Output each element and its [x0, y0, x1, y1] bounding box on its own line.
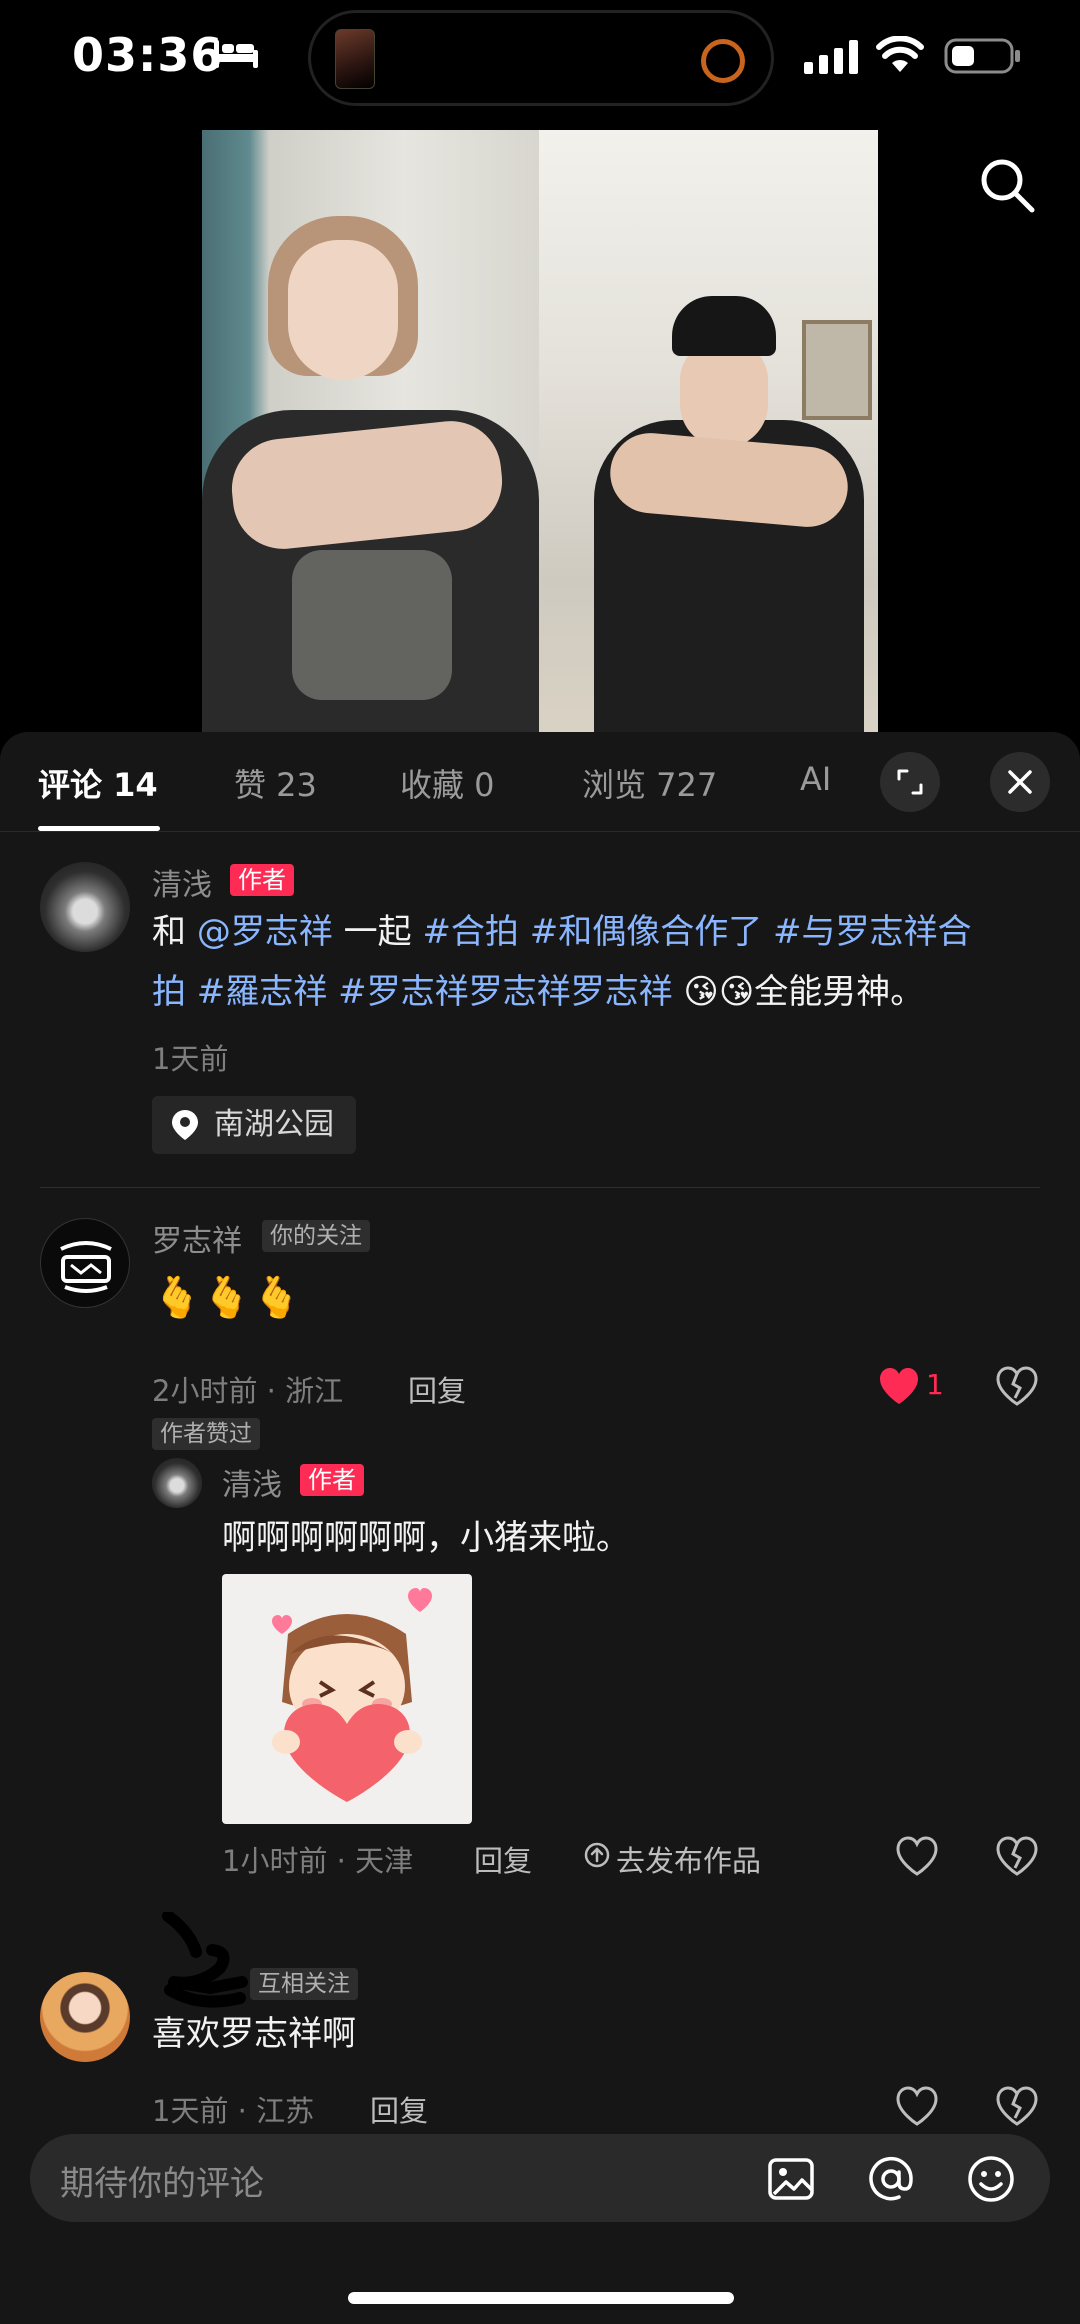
dislike-broken-heart-icon[interactable]	[996, 2086, 1038, 2126]
comment-meta: 1天前 · 江苏	[152, 2094, 315, 2128]
reply-text: 啊啊啊啊啊啊，小猪来啦。	[222, 1518, 630, 1558]
like-count: 1	[926, 1368, 944, 1401]
tab-favorites[interactable]: 收藏 0	[400, 760, 495, 806]
mutual-follow-badge: 互相关注	[250, 1968, 358, 2000]
caption-suffix: 全能男神。	[754, 972, 925, 1012]
tab-comments[interactable]: 评论 14	[38, 760, 158, 806]
comment-input[interactable]: 期待你的评论	[60, 2156, 264, 2205]
dynamic-island[interactable]	[308, 10, 774, 106]
caption-text: 和 @罗志祥 一起 #合拍 #和偶像合作了 #与罗志祥合 拍 #羅志祥 #罗志祥…	[152, 902, 1052, 1022]
caption-time: 1天前	[152, 1042, 229, 1076]
tab-ai[interactable]: AI	[800, 760, 831, 798]
reply-author-badge: 作者	[300, 1464, 364, 1496]
active-tab-indicator	[38, 826, 160, 831]
section-divider	[40, 1187, 1040, 1188]
image-icon[interactable]	[766, 2154, 816, 2204]
now-playing-thumbnail	[335, 29, 375, 89]
avatar-logo	[60, 1241, 112, 1293]
commenter-name[interactable]: 罗志祥	[152, 1216, 242, 1260]
caption-mid: 一起	[332, 912, 423, 952]
wifi-icon	[876, 36, 924, 72]
shirt-print	[292, 550, 452, 700]
redaction-scribble	[162, 1912, 248, 2008]
tab-views[interactable]: 浏览 727	[582, 760, 717, 806]
kiss-emojis: 😘😘	[683, 972, 755, 1012]
close-button[interactable]	[990, 752, 1050, 812]
person-left-face	[288, 240, 398, 380]
home-indicator[interactable]	[348, 2292, 734, 2304]
author-badge: 作者	[230, 864, 294, 896]
comment-panel: 评论 14 赞 23 收藏 0 浏览 727 AI 清浅 作者 和 @罗志祥 一…	[0, 732, 1080, 2324]
panel-tabs: 评论 14 赞 23 收藏 0 浏览 727 AI	[0, 732, 1080, 832]
mention-link[interactable]: @罗志祥	[197, 912, 333, 952]
comment-text: 喜欢罗志祥啊	[152, 2014, 356, 2054]
close-icon	[1008, 770, 1032, 794]
upload-circle-icon	[584, 1842, 610, 1868]
emoji-icon[interactable]	[966, 2154, 1016, 2204]
commenter-avatar[interactable]	[40, 1218, 130, 1308]
heart-outline-icon[interactable]	[896, 2086, 938, 2126]
reply-button[interactable]: 回复	[408, 1368, 466, 1410]
reply-meta: 1小时前 · 天津	[222, 1844, 414, 1878]
reply-reply-button[interactable]: 回复	[474, 1838, 532, 1880]
dislike-broken-heart-icon[interactable]	[996, 1836, 1038, 1876]
cellular-signal-icon	[804, 40, 858, 74]
tab-likes[interactable]: 赞 23	[234, 760, 317, 806]
search-icon[interactable]	[978, 156, 1036, 214]
author-name[interactable]: 清浅	[152, 860, 212, 904]
activity-ring-icon	[701, 39, 745, 83]
expand-button[interactable]	[880, 752, 940, 812]
status-time: 03:36	[72, 28, 224, 82]
reply-button[interactable]: 回复	[370, 2088, 428, 2130]
author-avatar[interactable]	[40, 862, 130, 952]
hashtag-line-1[interactable]: #合拍 #和偶像合作了 #与罗志祥合	[422, 912, 971, 952]
reply-name[interactable]: 清浅	[222, 1460, 282, 1504]
status-bar: 03:36	[0, 0, 1080, 120]
person-right-cap	[672, 296, 776, 356]
sticker-image[interactable]	[222, 1574, 472, 1824]
commenter-avatar[interactable]	[40, 1972, 130, 2062]
expand-icon	[897, 769, 923, 795]
author-liked-badge: 作者赞过	[152, 1418, 260, 1450]
video-player[interactable]	[202, 130, 878, 732]
location-chip[interactable]: 南湖公园	[152, 1096, 356, 1154]
location-pin-icon	[172, 1110, 198, 1140]
hashtag-line-2[interactable]: 拍 #羅志祥 #罗志祥罗志祥罗志祥	[152, 972, 673, 1012]
location-label: 南湖公园	[214, 1107, 334, 1142]
comment-input-bar[interactable]: 期待你的评论	[30, 2134, 1050, 2222]
mention-icon[interactable]	[866, 2154, 916, 2204]
comment-meta: 2小时前 · 浙江	[152, 1374, 344, 1408]
dislike-broken-heart-icon[interactable]	[996, 1366, 1038, 1406]
battery-icon	[944, 38, 1020, 74]
wall-picture	[802, 320, 872, 420]
comment-text: 🫰🫰🫰	[152, 1275, 302, 1321]
publish-work-label: 去发布作品	[616, 1844, 762, 1878]
publish-work-button[interactable]: 去发布作品	[584, 1838, 761, 1880]
sleep-mode-icon	[214, 40, 258, 68]
sticker-heart-boy	[272, 1588, 432, 1802]
heart-outline-icon[interactable]	[896, 1836, 938, 1876]
person-right-face	[680, 340, 768, 448]
caption-prefix: 和	[152, 912, 197, 952]
following-badge: 你的关注	[262, 1220, 370, 1252]
reply-avatar[interactable]	[152, 1458, 202, 1508]
heart-filled-icon[interactable]	[878, 1366, 920, 1406]
